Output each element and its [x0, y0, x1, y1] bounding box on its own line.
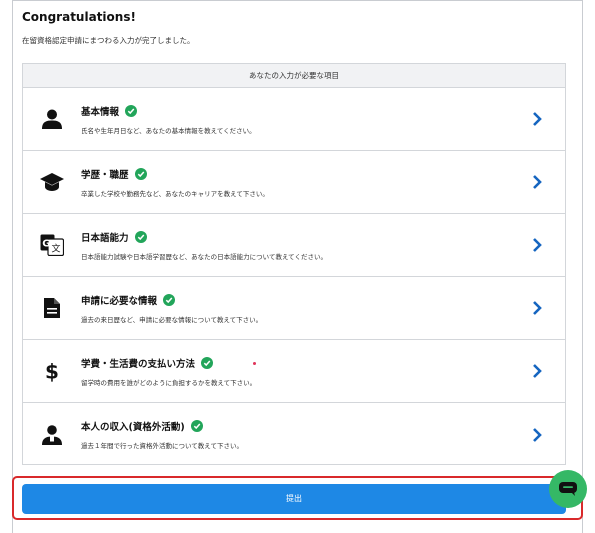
panel-heading: あなたの入力が必要な項目 [23, 64, 565, 88]
submit-button[interactable]: 提出 [22, 484, 566, 514]
page-subtitle: 在留資格認定申請にまつわる入力が完了しました。 [22, 36, 195, 45]
check-circle-icon [125, 105, 138, 117]
chevron-right-icon [533, 112, 542, 126]
graduation-cap-icon [37, 167, 67, 197]
chat-button[interactable] [549, 470, 587, 508]
item-row-income[interactable]: 本人の収入(資格外活動) 過去１年間で行った資格外活動について教えて下さい。 [23, 403, 565, 466]
check-circle-icon [134, 168, 147, 180]
check-circle-icon [163, 294, 176, 306]
decorative-dot [253, 362, 256, 365]
item-title: 本人の収入(資格外活動) [81, 422, 185, 433]
item-description: 過去１年間で行った資格外活動について教えて下さい。 [81, 442, 243, 450]
person-icon [37, 104, 67, 134]
check-circle-icon [190, 420, 203, 432]
item-title: 学費・生活費の支払い方法 [81, 359, 196, 370]
item-description: 過去の来日歴など、申請に必要な情報について教えて下さい。 [81, 316, 263, 324]
check-circle-icon [201, 357, 214, 369]
document-icon [37, 293, 67, 323]
chevron-right-icon [533, 427, 542, 442]
item-description: 卒業した学校や勤務先など、あなたのキャリアを教えて下さい。 [81, 190, 269, 198]
chevron-right-icon [533, 238, 542, 252]
item-description: 日本語能力試験や日本語学習歴など、あなたの日本語能力について教えてください。 [81, 253, 327, 261]
dollar-icon: $ [37, 356, 67, 386]
frame-top-border [12, 0, 583, 1]
item-description: 留学時の費用を誰がどのように負担するかを教えて下さい。 [81, 379, 257, 387]
required-items-panel: あなたの入力が必要な項目 基本情報 氏名や生年月日など、あなたの基本情報を教えて… [22, 63, 566, 465]
item-description: 氏名や生年月日など、あなたの基本情報を教えてください。 [81, 127, 256, 135]
item-title: 日本語能力 [81, 233, 129, 244]
item-row-payment-method[interactable]: $ 学費・生活費の支払い方法 留学時の費用を誰がどのように負担するかを教えて下さ… [23, 340, 565, 403]
item-row-basic-info[interactable]: 基本情報 氏名や生年月日など、あなたの基本情報を教えてください。 [23, 88, 565, 151]
page-title: Congratulations! [22, 10, 136, 24]
item-row-application-info[interactable]: 申請に必要な情報 過去の来日歴など、申請に必要な情報について教えて下さい。 [23, 277, 565, 340]
item-title: 基本情報 [81, 107, 120, 118]
chevron-right-icon [533, 364, 542, 378]
translate-icon: G 文 [37, 230, 67, 260]
person-work-icon [37, 420, 67, 450]
item-title: 学歴・職歴 [81, 170, 129, 181]
check-circle-icon [134, 231, 147, 243]
svg-text:$: $ [45, 360, 59, 384]
chevron-right-icon [533, 175, 542, 189]
svg-text:G: G [42, 239, 50, 250]
item-row-japanese-ability[interactable]: G 文 日本語能力 日本語能力試験や日本語学習歴など、あなたの日本語能力について… [23, 214, 565, 277]
chat-bubble-icon [559, 482, 577, 496]
svg-text:文: 文 [52, 243, 61, 255]
item-row-education-career[interactable]: 学歴・職歴 卒業した学校や勤務先など、あなたのキャリアを教えて下さい。 [23, 151, 565, 214]
item-title: 申請に必要な情報 [81, 296, 158, 307]
chevron-right-icon [533, 301, 542, 315]
